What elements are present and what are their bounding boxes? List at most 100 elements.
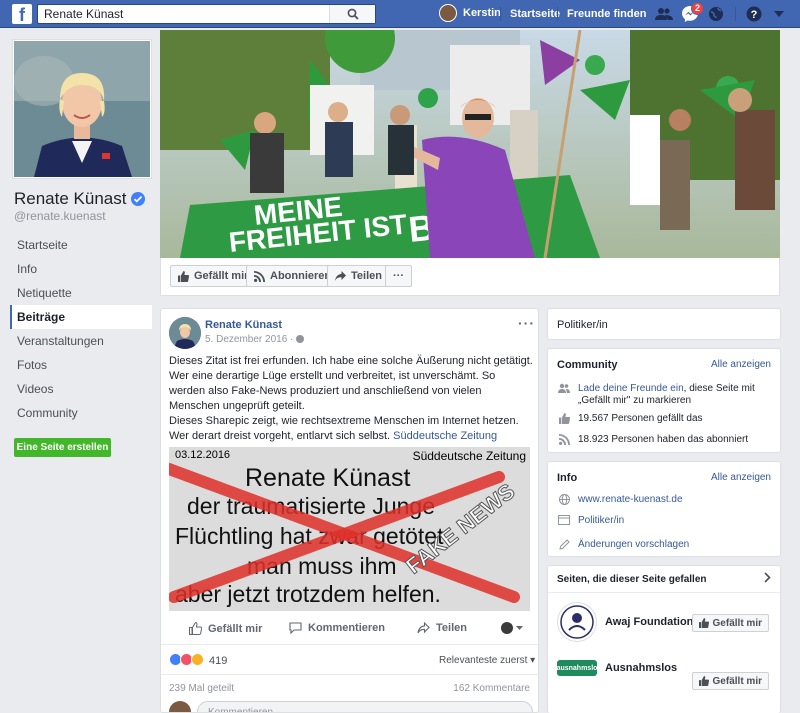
sidebar-item-fotos[interactable]: Fotos: [10, 353, 152, 377]
likes-count-row: 19.567 Personen gefällt das: [557, 413, 703, 425]
suggest-edits-row: Änderungen vorschlagen: [557, 539, 689, 551]
comment-composer: Kommentieren ...: [169, 701, 533, 712]
thumbs-up-outline-icon: [189, 622, 202, 635]
liked-page-like-button[interactable]: Gefällt mir: [691, 672, 769, 690]
post-sharepic-image[interactable]: 03.12.2016 Süddeutsche Zeitung Renate Kü…: [169, 447, 530, 611]
sad-reaction-icon: [191, 653, 204, 666]
search-input[interactable]: [38, 5, 338, 23]
invite-friends-link[interactable]: Lade deine Freunde ein: [578, 383, 684, 394]
friend-requests-icon[interactable]: [655, 5, 673, 23]
page-like-button[interactable]: Gefällt mir: [170, 265, 257, 287]
comment-input[interactable]: Kommentieren ...: [197, 701, 533, 712]
page-handle[interactable]: @renate.kuenast: [14, 209, 106, 223]
post-author-avatar[interactable]: [169, 317, 201, 349]
page-category[interactable]: Politiker/in: [557, 319, 608, 331]
share-count[interactable]: 239 Mal geteilt: [169, 683, 234, 694]
post-text-paragraph-2: Dieses Sharepic zeigt, wie rechtsextreme…: [169, 414, 534, 444]
suggest-edits-link[interactable]: Änderungen vorschlagen: [578, 539, 689, 551]
info-category-row: Politiker/in: [557, 515, 624, 527]
nav-find-friends-link[interactable]: Freunde finden: [567, 8, 646, 20]
liked-page-item[interactable]: #ausnahmslos Ausnahmslos: [553, 660, 677, 676]
likes-count[interactable]: 19.567 Personen gefällt das: [578, 413, 703, 425]
create-page-button[interactable]: Eine Seite erstellen: [14, 438, 111, 457]
post-timestamp[interactable]: 5. Dezember 2016 ·: [205, 334, 305, 345]
globe-privacy-icon: [296, 335, 305, 344]
post-share-button[interactable]: Teilen: [417, 622, 467, 634]
post-author-name[interactable]: Renate Künast: [205, 319, 282, 331]
post-date-text: 5. Dezember 2016 ·: [205, 334, 297, 345]
thumbs-up-icon: [698, 618, 709, 628]
community-card: Community Alle anzeigen Lade deine Freun…: [547, 348, 781, 453]
like-button-label: Gefällt mir: [712, 675, 762, 687]
ausnahmslos-logo: #ausnahmslos: [553, 660, 601, 676]
divider: [548, 592, 780, 593]
sidebar-item-info[interactable]: Info: [10, 257, 152, 281]
cover-demonstration-image: MEINE FREIHEIT IST BAR.: [160, 30, 780, 258]
invite-people-icon: [557, 383, 571, 393]
comment-sort-selector[interactable]: Relevanteste zuerst ▾: [439, 655, 535, 666]
community-see-all-link[interactable]: Alle anzeigen: [711, 359, 771, 370]
sidebar-item-startseite[interactable]: Startseite: [10, 233, 152, 257]
post-audience-selector[interactable]: [501, 622, 523, 634]
post-source-link[interactable]: Süddeutsche Zeitung: [393, 430, 497, 442]
rss-icon: [254, 270, 265, 282]
info-see-all-link[interactable]: Alle anzeigen: [711, 472, 771, 483]
thumbs-up-icon: [178, 270, 189, 282]
liked-pages-card: Seiten, die dieser Seite gefallen Awaj F…: [547, 565, 781, 713]
info-category-link[interactable]: Politiker/in: [578, 515, 624, 527]
invite-friends-row: Lade deine Freunde ein, diese Seite mit …: [557, 383, 775, 407]
like-button-label: Gefällt mir: [712, 617, 762, 629]
avatar: [439, 4, 457, 22]
followers-count[interactable]: 18.923 Personen haben das abonniert: [578, 434, 748, 446]
page-share-button[interactable]: Teilen: [327, 265, 390, 287]
post-action-bar: Gefällt mir Kommentieren Teilen: [161, 614, 538, 644]
cover-photo[interactable]: MEINE FREIHEIT IST BAR.: [160, 30, 780, 258]
rss-icon: [557, 434, 571, 445]
post-like-button[interactable]: Gefällt mir: [189, 622, 262, 635]
profile-picture[interactable]: [12, 39, 152, 179]
nav-profile-link[interactable]: Kerstin: [439, 4, 501, 22]
info-title: Info: [557, 472, 578, 484]
awaj-foundation-logo: [557, 602, 597, 642]
chevron-right-icon[interactable]: [764, 572, 771, 586]
search-box[interactable]: [37, 4, 376, 24]
post-reactions-row: 419 Relevanteste zuerst ▾: [161, 644, 538, 674]
svg-text:?: ?: [751, 9, 758, 21]
sidebar-item-community[interactable]: Community: [10, 401, 152, 425]
comment-count[interactable]: 162 Kommentare: [453, 683, 530, 694]
thumbs-up-icon: [698, 676, 709, 686]
liked-page-name[interactable]: Ausnahmslos: [605, 662, 677, 674]
search-button[interactable]: [329, 5, 375, 23]
post-text-paragraph-1: Dieses Zitat ist frei erfunden. Ich habe…: [169, 355, 533, 412]
facebook-logo-icon[interactable]: f: [12, 4, 32, 24]
sidebar-item-veranstaltungen[interactable]: Veranstaltungen: [10, 329, 152, 353]
reaction-icons[interactable]: [169, 653, 204, 666]
liked-page-like-button[interactable]: Gefällt mir: [691, 614, 769, 632]
liked-page-item[interactable]: Awaj Foundation: [557, 602, 693, 642]
page-side-navigation: Startseite Info Netiquette Beiträge Vera…: [10, 233, 152, 425]
liked-page-name[interactable]: Awaj Foundation: [605, 616, 693, 628]
more-options-label: ···: [393, 270, 404, 282]
help-icon[interactable]: ?: [745, 5, 763, 23]
nav-divider: [500, 7, 501, 21]
thumbs-up-icon: [557, 413, 571, 424]
website-link[interactable]: www.renate-kuenast.de: [578, 494, 683, 506]
post-options-button[interactable]: ···: [518, 315, 535, 331]
follow-button[interactable]: Abonnieren: [246, 265, 340, 287]
post-body: Dieses Zitat ist frei erfunden. Ich habe…: [169, 354, 534, 444]
reaction-count[interactable]: 419: [209, 655, 227, 667]
liked-pages-title[interactable]: Seiten, die dieser Seite gefallen: [557, 574, 707, 585]
account-menu-caret-icon[interactable]: [770, 5, 788, 23]
notifications-globe-icon[interactable]: [707, 5, 725, 23]
post-comment-button[interactable]: Kommentieren: [289, 622, 385, 634]
nav-divider: [735, 7, 736, 21]
nav-home-link[interactable]: Startseite: [510, 8, 560, 20]
globe-icon: [557, 494, 571, 505]
sidebar-item-videos[interactable]: Videos: [10, 377, 152, 401]
chevron-down-icon: [516, 626, 523, 630]
more-options-button[interactable]: ···: [385, 265, 412, 287]
sidebar-item-netiquette[interactable]: Netiquette: [10, 281, 152, 305]
page-like-label: Gefällt mir: [194, 270, 249, 282]
sidebar-item-beitraege[interactable]: Beiträge: [10, 305, 152, 329]
page-title[interactable]: Renate Künast: [14, 189, 146, 209]
